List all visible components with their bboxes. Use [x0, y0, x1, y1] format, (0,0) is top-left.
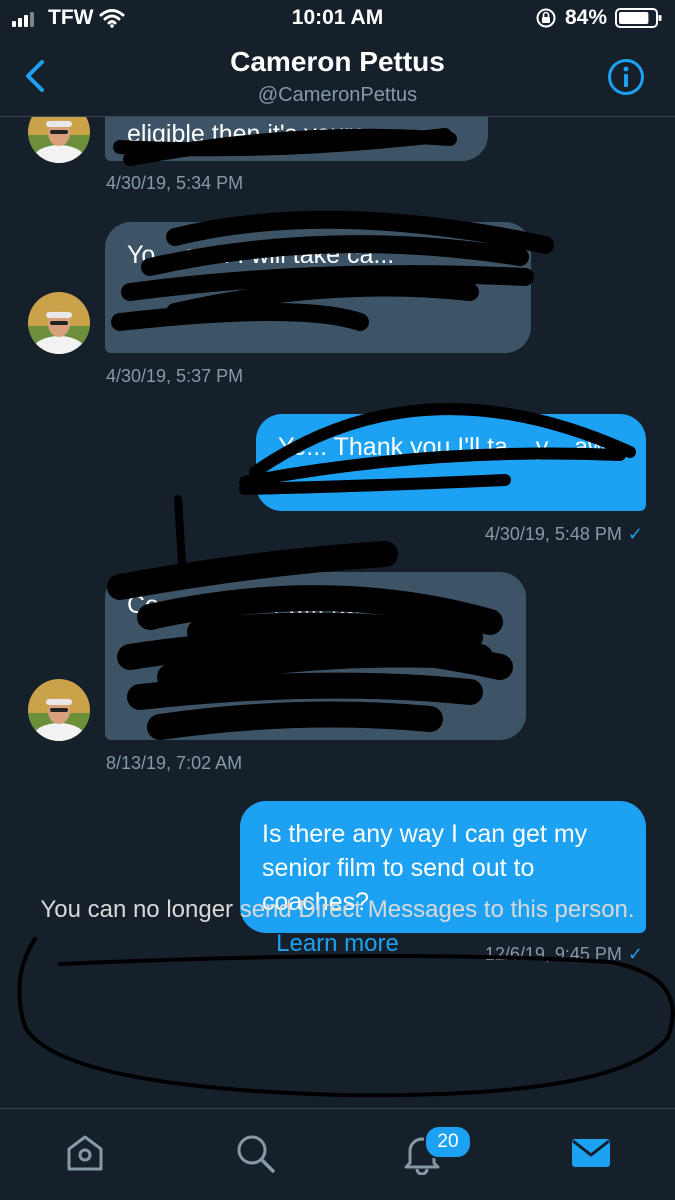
info-icon[interactable] [607, 58, 645, 96]
message-bubble-incoming[interactable]: Yo... ca... I will take ca... [105, 222, 531, 353]
sender-avatar[interactable] [28, 117, 90, 163]
avatar-image [28, 679, 90, 741]
message-timestamp: 4/30/19, 5:48 PM [484, 524, 622, 544]
battery-icon [615, 8, 662, 28]
bottom-tab-bar [0, 1108, 675, 1200]
message-bubble-incoming[interactable]: Co... school. I w... ha... is... s. [105, 572, 526, 740]
conversation-name: Cameron Pettus [230, 46, 445, 77]
dm-disabled-notice: You can no longer send Direct Messages t… [30, 893, 645, 961]
notice-text: You can no longer send Direct Messages t… [40, 896, 635, 923]
messages-envelope-icon[interactable] [569, 1131, 613, 1175]
battery-percent: 84% [564, 6, 607, 29]
learn-more-link[interactable]: Learn more [276, 930, 399, 957]
message-text: Yo... ca... I will take ca... [127, 241, 395, 269]
message-bubble-incoming[interactable]: eligible then it's yours [105, 117, 488, 161]
message-timestamp-row: 4/30/19, 5:48 PM ✓ [485, 524, 643, 545]
read-check-icon: ✓ [627, 524, 643, 544]
message-timestamp: 4/30/19, 5:34 PM [106, 173, 244, 193]
sender-avatar[interactable] [28, 679, 90, 741]
search-icon[interactable] [233, 1131, 277, 1175]
status-right: 84% [535, 6, 663, 30]
message-text: Ye... Thank you I'll ta... y... awl [278, 433, 612, 461]
notifications-badge: 20 [424, 1125, 472, 1159]
conversation-header: Cameron Pettus @CameronPettus [0, 38, 675, 117]
message-text: Co... school. I w... ha... is... s. [127, 591, 453, 619]
avatar-image [28, 292, 90, 354]
message-timestamp: 4/30/19, 5:37 PM [106, 366, 244, 386]
avatar-image [28, 117, 90, 163]
conversation-handle: @CameronPettus [257, 84, 418, 106]
message-text: eligible then it's yours [127, 120, 366, 148]
home-icon[interactable] [63, 1131, 107, 1175]
message-bubble-outgoing[interactable]: Ye... Thank you I'll ta... y... awl [256, 414, 646, 511]
dm-screen: TFW 10:01 AM 84% Cameron Pettus @Cameron… [0, 0, 675, 1200]
sender-avatar[interactable] [28, 292, 90, 354]
message-timestamp: 8/13/19, 7:02 AM [106, 753, 243, 773]
status-bar: TFW 10:01 AM 84% [0, 0, 675, 38]
rotation-lock-icon [536, 8, 556, 28]
